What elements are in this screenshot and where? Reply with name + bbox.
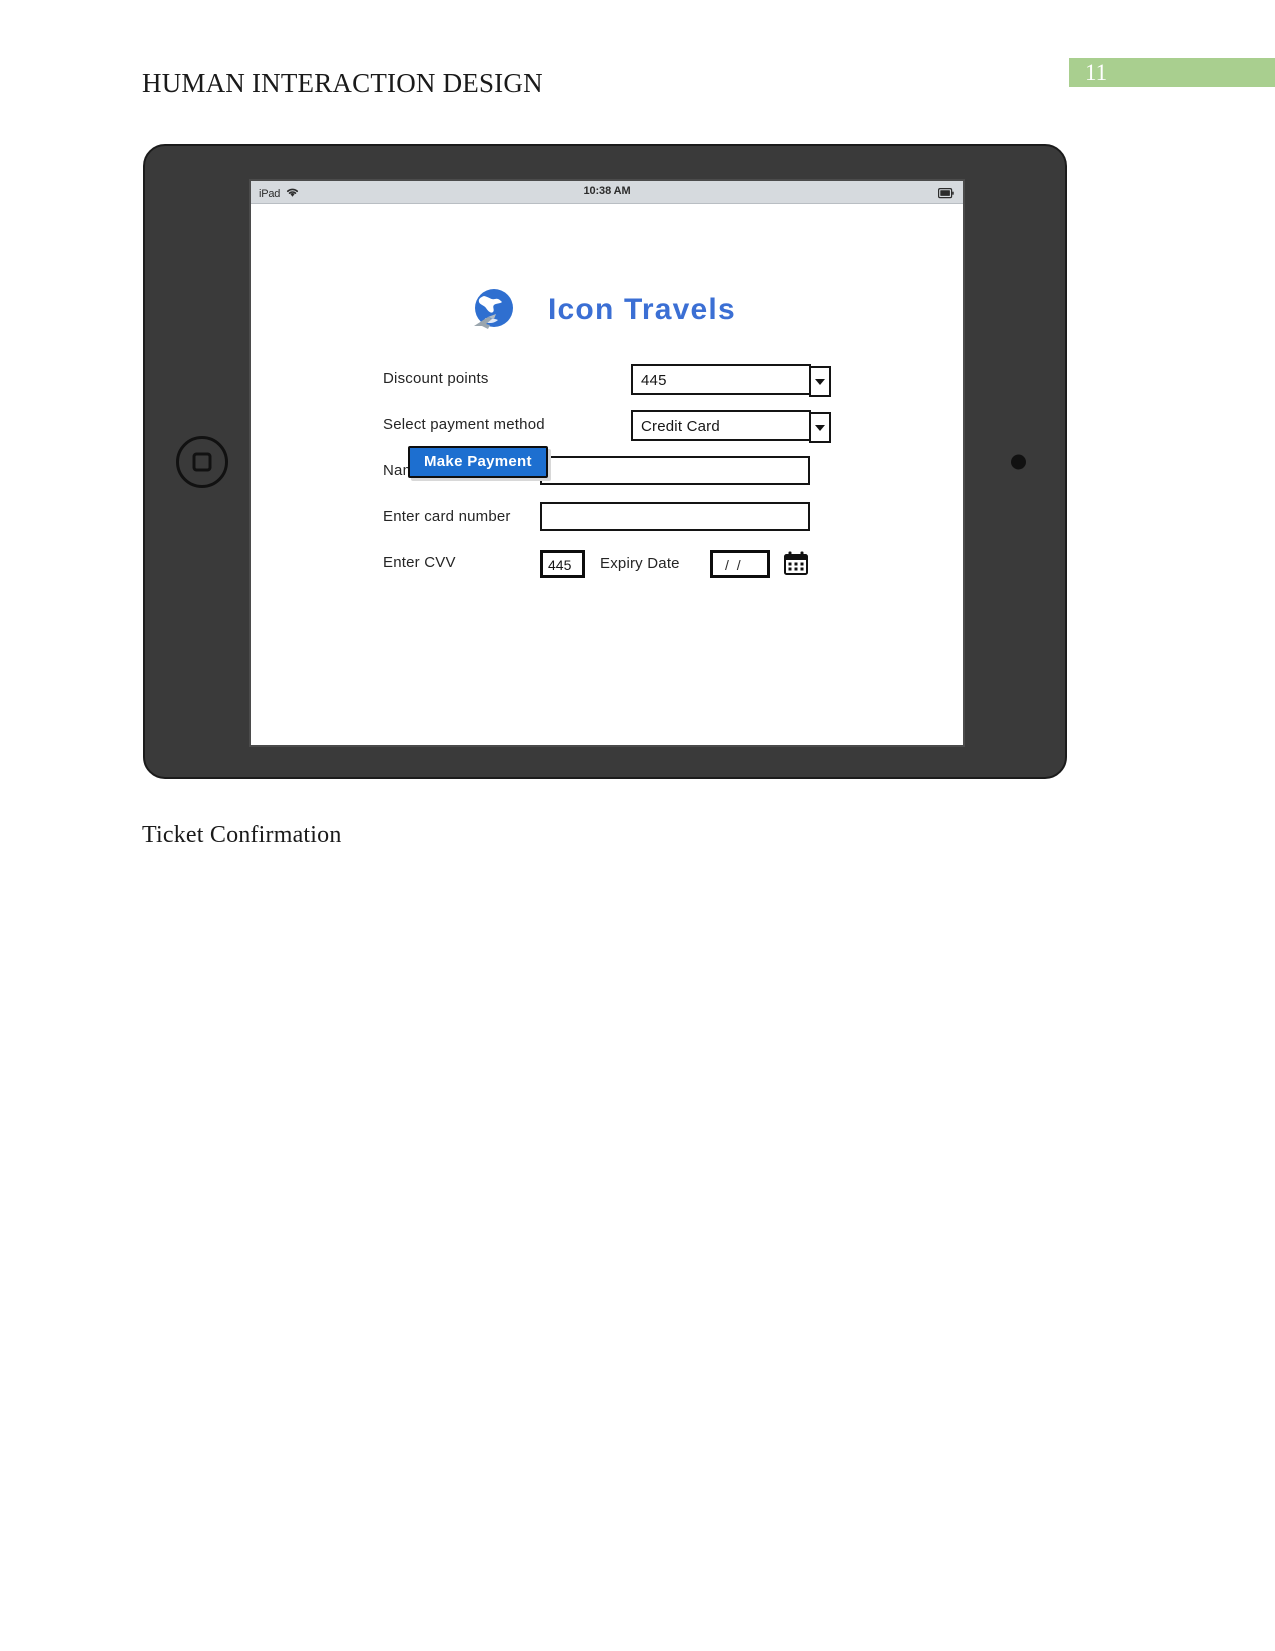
label-payment-method: Select payment method bbox=[383, 416, 545, 433]
payment-form: Discount points 445 Select payment metho… bbox=[383, 364, 853, 601]
calendar-icon[interactable] bbox=[783, 550, 809, 581]
brand-header: Icon Travels bbox=[466, 284, 736, 336]
form-row-discount-points: Discount points 445 bbox=[383, 364, 853, 397]
label-discount-points: Discount points bbox=[383, 370, 489, 387]
cvv-input[interactable]: 445 bbox=[540, 550, 585, 578]
page-number-text: 11 bbox=[1085, 60, 1108, 85]
expiry-date-input[interactable]: / / bbox=[710, 550, 770, 578]
page-number-badge: 11 bbox=[1069, 58, 1275, 87]
brand-name: Icon Travels bbox=[548, 293, 736, 326]
discount-points-select[interactable]: 445 bbox=[631, 364, 831, 397]
globe-plane-logo-icon bbox=[466, 284, 518, 336]
battery-icon bbox=[938, 186, 954, 204]
document-header: HUMAN INTERACTION DESIGN 11 bbox=[0, 0, 1275, 120]
label-cvv: Enter CVV bbox=[383, 554, 456, 571]
form-row-card-number: Enter card number bbox=[383, 502, 853, 535]
cvv-value: 445 bbox=[548, 557, 572, 573]
payment-method-select[interactable]: Credit Card bbox=[631, 410, 831, 443]
expiry-date-value: / / bbox=[725, 557, 743, 573]
status-bar: iPad 10:38 AM bbox=[251, 181, 963, 204]
payment-method-value: Credit Card bbox=[641, 418, 720, 435]
chevron-down-icon bbox=[815, 424, 825, 431]
ipad-device-frame: iPad 10:38 AM Icon Travels Discount poin… bbox=[143, 144, 1067, 779]
chevron-down-icon bbox=[815, 378, 825, 385]
status-bar-time: 10:38 AM bbox=[583, 185, 631, 197]
app-content: Icon Travels Discount points 445 Select … bbox=[251, 204, 963, 745]
submit-area: Make Payment bbox=[408, 446, 548, 478]
status-bar-right bbox=[938, 186, 954, 204]
payment-method-dropdown-button[interactable] bbox=[809, 412, 831, 443]
form-row-cvv-expiry: Enter CVV 445 Expiry Date / / bbox=[383, 548, 853, 588]
card-number-input[interactable] bbox=[540, 502, 810, 531]
device-screen: iPad 10:38 AM Icon Travels Discount poin… bbox=[249, 179, 965, 747]
discount-points-value: 445 bbox=[641, 372, 667, 389]
label-card-number: Enter card number bbox=[383, 508, 511, 525]
home-button[interactable] bbox=[176, 435, 228, 488]
front-camera-icon bbox=[1011, 454, 1026, 469]
make-payment-button[interactable]: Make Payment bbox=[408, 446, 548, 478]
discount-points-dropdown-button[interactable] bbox=[809, 366, 831, 397]
card-name-input[interactable] bbox=[540, 456, 810, 485]
page-title: HUMAN INTERACTION DESIGN bbox=[142, 68, 543, 98]
label-expiry-date: Expiry Date bbox=[600, 555, 680, 572]
figure-caption: Ticket Confirmation bbox=[142, 822, 342, 848]
form-row-payment-method: Select payment method Credit Card bbox=[383, 410, 853, 443]
